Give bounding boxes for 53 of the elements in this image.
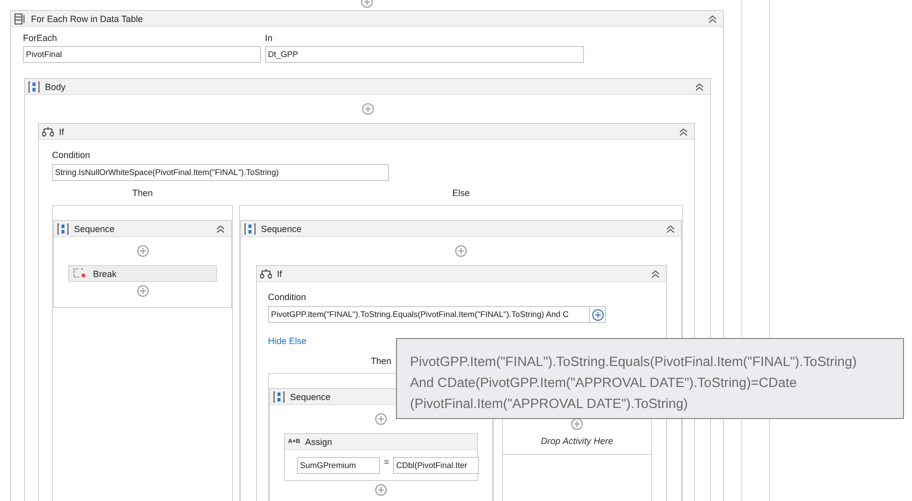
- add-icon[interactable]: [362, 103, 374, 115]
- activity-title: Sequence: [74, 224, 116, 234]
- collapse-icon[interactable]: [708, 14, 717, 22]
- field-label: ForEach: [23, 33, 58, 43]
- collapse-icon[interactable]: [679, 128, 688, 136]
- activity-title: If: [59, 126, 66, 136]
- else-label: Else: [451, 187, 471, 200]
- field-label: In: [265, 33, 274, 43]
- activity-title: Break: [93, 268, 118, 278]
- add-icon[interactable]: [136, 285, 148, 297]
- drop-hint: Drop Activity Here: [540, 435, 614, 448]
- break-icon: [73, 268, 87, 279]
- then-label: Then: [131, 187, 154, 200]
- input-field[interactable]: Dt_GPP: [265, 46, 584, 63]
- branch-icon: [42, 126, 54, 137]
- collapse-icon[interactable]: [651, 270, 660, 278]
- field-label: Condition: [268, 292, 308, 302]
- input-field[interactable]: CDbl(PivotFinal.Iter: [393, 457, 480, 474]
- activity-title: Body: [45, 82, 67, 92]
- activity-title: If: [277, 268, 284, 278]
- condition-field[interactable]: String.IsNullOrWhiteSpace(PivotFinal.Item("FINAL").ToString): [52, 164, 389, 181]
- hide-else-link[interactable]: Hide Else: [268, 336, 307, 346]
- input-field[interactable]: SumGPremium: [297, 457, 380, 474]
- collapse-icon[interactable]: [695, 82, 704, 90]
- activity-title: For Each Row in Data Table: [31, 14, 144, 24]
- add-icon[interactable]: [136, 245, 148, 257]
- equals-sign: =: [384, 457, 390, 469]
- add-icon[interactable]: [375, 413, 387, 425]
- collapse-icon[interactable]: [216, 224, 225, 232]
- tooltip: PivotGPP.Item("FINAL").ToString.Equals(PivotFinal.Item("FINAL").ToString) And CDate(PivotGPP.Item("APPROVAL DATE").ToString)=CDate (PivotFinal.Item("APPROVAL DATE").ToString): [396, 338, 904, 419]
- condition-field[interactable]: PivotGPP.Item("FINAL").ToString.Equals(PivotFinal.Item("FINAL").ToString) And C: [268, 306, 590, 323]
- input-field[interactable]: PivotFinal: [23, 46, 261, 63]
- activity-header[interactable]: Body: [25, 79, 710, 95]
- sequence-icon: [57, 222, 69, 234]
- activity-header[interactable]: If: [39, 124, 694, 140]
- activity-header[interactable]: Sequence: [241, 221, 681, 237]
- activity-title: Sequence: [290, 392, 332, 402]
- collapse-icon[interactable]: [666, 224, 675, 232]
- table-icon: [14, 12, 26, 24]
- sequence-icon: [273, 390, 285, 402]
- activity-title: Sequence: [261, 224, 303, 234]
- activity-header[interactable]: If: [257, 266, 666, 282]
- add-icon[interactable]: [571, 418, 583, 430]
- activity-title: Assign: [305, 436, 334, 446]
- activity-header[interactable]: For Each Row in Data Table: [11, 11, 723, 27]
- activity-bar[interactable]: Break: [68, 265, 217, 282]
- sequence-icon: [244, 222, 256, 234]
- field-label: Condition: [52, 150, 92, 160]
- add-icon[interactable]: [375, 484, 387, 496]
- activity-header[interactable]: Sequence: [54, 221, 231, 237]
- sequence-icon: [28, 80, 40, 92]
- branch-icon: [260, 268, 272, 279]
- add-icon[interactable]: [455, 245, 467, 257]
